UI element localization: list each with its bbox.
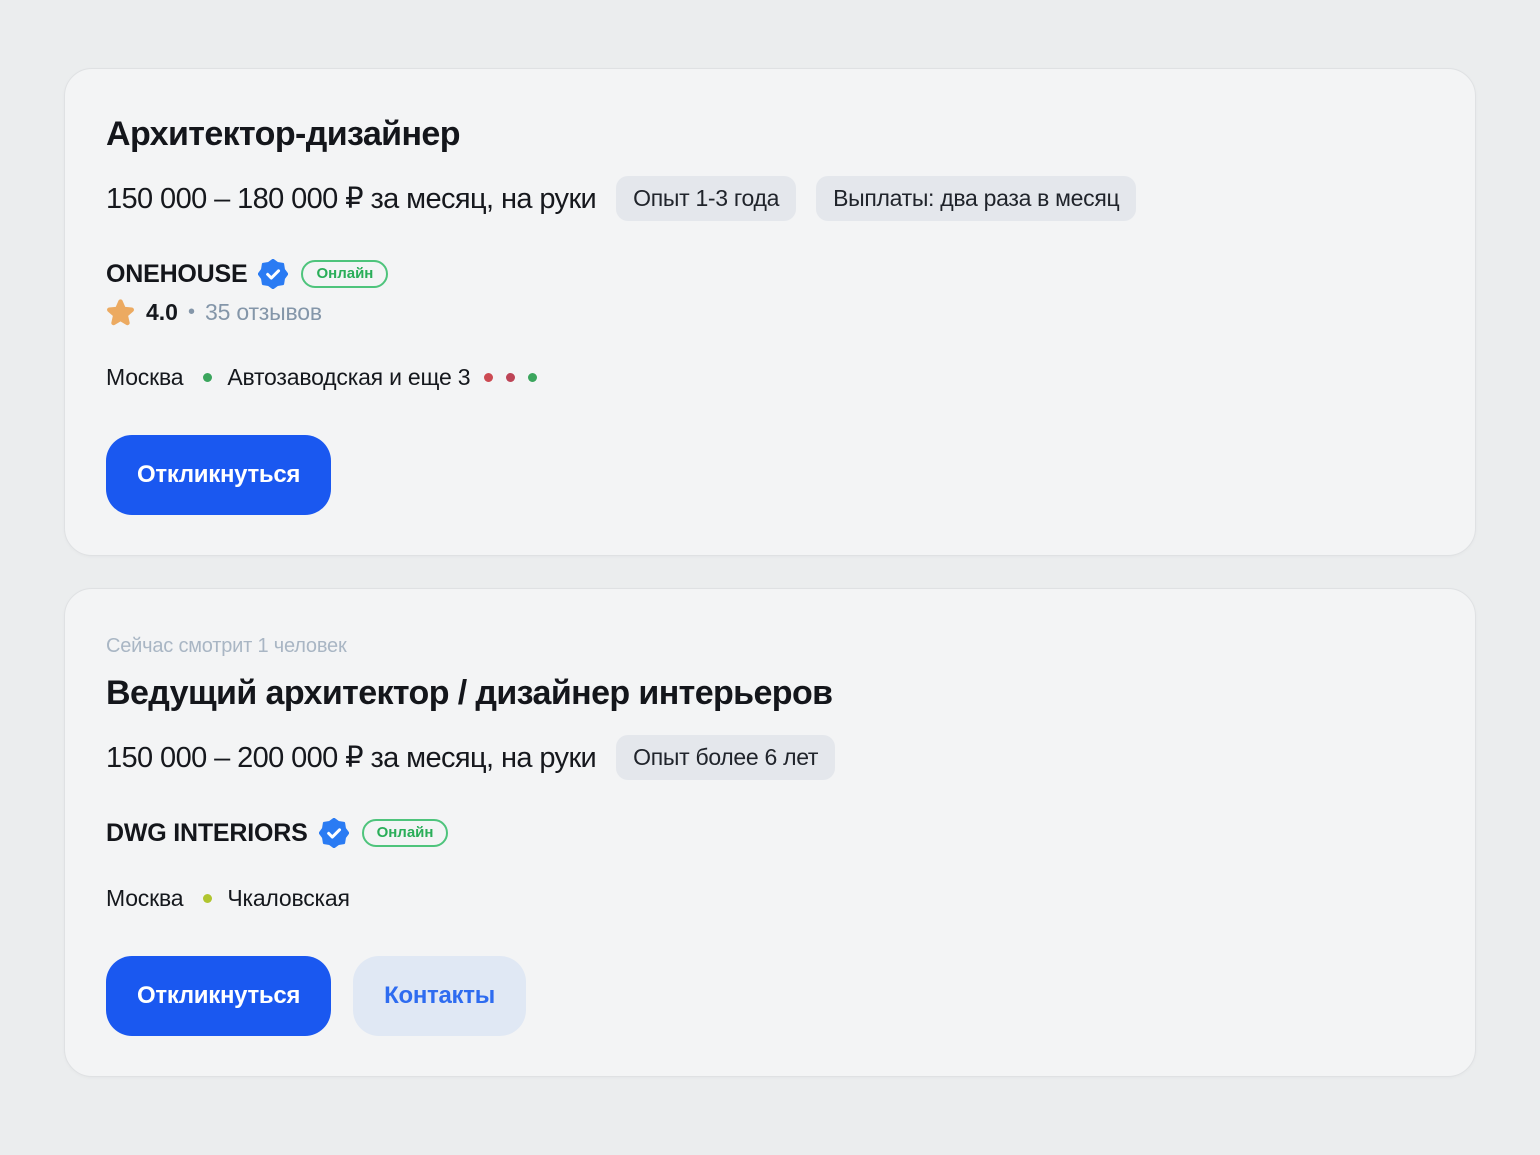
metro-line-dot (506, 373, 515, 382)
location-row: Москва Автозаводская и еще 3 (106, 364, 1435, 391)
extra-metro-dots (484, 373, 537, 382)
online-status-badge: Онлайн (362, 819, 449, 847)
apply-button[interactable]: Откликнуться (106, 956, 331, 1036)
salary-text: 150 000 – 180 000 ₽ за месяц, на руки (106, 181, 596, 216)
apply-button[interactable]: Откликнуться (106, 435, 331, 515)
experience-tag: Опыт более 6 лет (616, 735, 835, 780)
city-label: Москва (106, 364, 183, 391)
company-row: DWG INTERIORS Онлайн (106, 818, 1435, 848)
viewers-counter: Сейчас смотрит 1 человек (106, 635, 1435, 658)
rating-row: 4.0 • 35 отзывов (106, 298, 1435, 327)
location-row: Москва Чкаловская (106, 885, 1435, 912)
company-row: ONEHOUSE Онлайн (106, 259, 1435, 289)
metro-station-label: Чкаловская (227, 885, 349, 912)
vacancy-title[interactable]: Ведущий архитектор / дизайнер интерьеров (106, 674, 1435, 713)
rating-value: 4.0 (146, 299, 178, 326)
online-status-badge: Онлайн (301, 260, 388, 288)
city-label: Москва (106, 885, 183, 912)
vacancy-card[interactable]: Архитектор-дизайнер 150 000 – 180 000 ₽ … (64, 68, 1476, 556)
vacancy-title[interactable]: Архитектор-дизайнер (106, 115, 1435, 154)
vacancy-list: Архитектор-дизайнер 150 000 – 180 000 ₽ … (0, 0, 1540, 1077)
rating-separator: • (187, 301, 196, 324)
metro-line-dot (528, 373, 537, 382)
contacts-button[interactable]: Контакты (353, 956, 526, 1036)
salary-row: 150 000 – 200 000 ₽ за месяц, на руки Оп… (106, 735, 1435, 780)
salary-row: 150 000 – 180 000 ₽ за месяц, на руки Оп… (106, 176, 1435, 221)
payout-tag: Выплаты: два раза в месяц (816, 176, 1136, 221)
reviews-count[interactable]: 35 отзывов (205, 299, 322, 326)
verified-badge-icon (258, 259, 288, 289)
verified-badge-icon (319, 818, 349, 848)
company-name[interactable]: ONEHOUSE (106, 260, 247, 289)
actions-row: Откликнуться (106, 435, 1435, 515)
metro-line-dot (203, 373, 212, 382)
metro-line-dot (484, 373, 493, 382)
experience-tag: Опыт 1-3 года (616, 176, 796, 221)
salary-text: 150 000 – 200 000 ₽ за месяц, на руки (106, 740, 596, 775)
metro-station-label: Автозаводская и еще 3 (227, 364, 470, 391)
company-name[interactable]: DWG INTERIORS (106, 819, 308, 848)
star-icon (106, 298, 135, 327)
actions-row: Откликнуться Контакты (106, 956, 1435, 1036)
metro-line-dot (203, 894, 212, 903)
vacancy-card[interactable]: Сейчас смотрит 1 человек Ведущий архитек… (64, 588, 1476, 1077)
